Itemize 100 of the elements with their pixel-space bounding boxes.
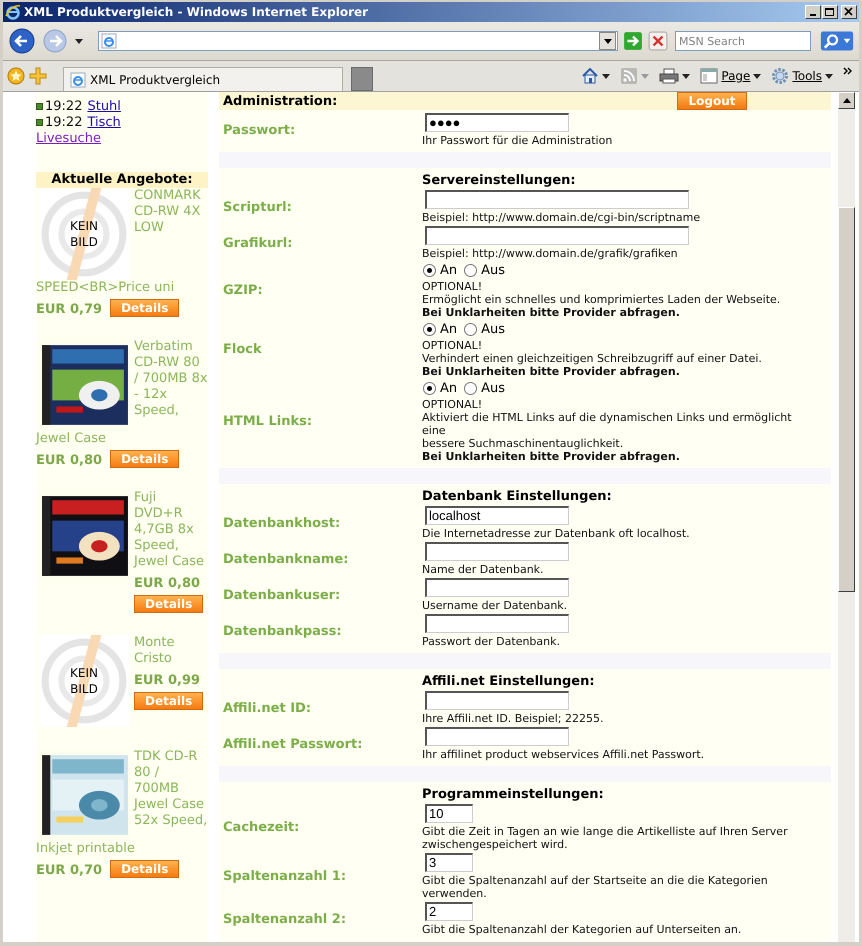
page-icon [700,67,718,85]
field-label: Datenbankname: [222,552,350,566]
caret-icon [682,74,690,78]
input-field[interactable]: localhost [425,506,569,525]
input-field[interactable]: 3 [425,853,473,872]
scroll-up-button[interactable] [838,92,855,109]
warning-text: Bei Unklarheiten bitte Provider abfragen. [422,365,681,378]
address-field[interactable] [98,31,618,51]
input-field[interactable] [425,226,689,245]
section-title: Administration: [223,94,338,108]
product-title[interactable]: Verbatim CD-RW 80 / 700MB 8x - 12x Speed, [134,339,208,419]
radio-button[interactable] [423,264,436,276]
back-button[interactable] [7,26,37,56]
tools-menu[interactable]: Tools [771,67,833,85]
input-field[interactable] [425,190,689,209]
logout-button[interactable]: Logout [677,92,747,110]
chevron-icon[interactable] [843,67,853,75]
bullet-icon [36,102,43,110]
field-label: Affili.net Passwort: [222,736,364,752]
caret-icon[interactable] [75,38,83,44]
print-button[interactable] [659,67,690,85]
product-title[interactable]: Fuji DVD+R 4,7GB 8x Speed, Jewel Case [134,490,208,570]
product-price: EUR 0,80 [36,453,102,468]
page-icon [70,72,86,88]
radio-button[interactable] [423,322,436,336]
browser-tab[interactable]: XML Produktvergleich [63,67,343,91]
input-field[interactable] [425,727,569,746]
browser-logo-icon [5,4,21,20]
caret-icon [641,74,650,78]
maximize-button[interactable] [822,5,838,19]
radio-button[interactable] [423,382,436,394]
input-field[interactable]: 10 [425,804,473,823]
details-button[interactable]: Details [110,450,180,468]
news-time: 19:22 [45,114,82,130]
close-button[interactable] [841,5,857,19]
product-price: EUR 0,99 [134,673,200,688]
radio-label: Aus [481,322,506,336]
product-title[interactable]: SPEED<BR>Price uni [36,280,208,296]
page-menu[interactable]: Page [700,67,762,85]
help-text: Ihr Passwort für die Administration [422,133,614,147]
printer-icon [659,67,680,85]
details-button[interactable]: Details [134,595,204,613]
input-field[interactable]: 2 [425,902,473,921]
search-button[interactable] [820,31,854,51]
details-button[interactable]: Details [110,860,180,878]
placeholder-text: KEIN BILD [69,218,99,250]
stop-button[interactable] [648,31,668,51]
caret-icon [602,74,610,78]
go-button[interactable] [623,31,643,51]
radio-button[interactable] [464,264,478,276]
search-link[interactable]: Livesuche [36,130,101,146]
input-field[interactable] [425,614,569,633]
help-text: OPTIONAL! [422,397,484,411]
field-label: Affili.net ID: [222,700,312,716]
scroll-thumb[interactable] [838,207,855,592]
warning-text: Bei Unklarheiten bitte Provider abfragen. [422,450,681,463]
radio-button[interactable] [464,322,478,336]
field-label: Datenbankpass: [222,624,343,638]
home-button[interactable] [581,67,610,85]
news-link[interactable]: Tisch [87,114,121,130]
input-field[interactable] [425,542,569,561]
help-text: Ihre Affili.net ID. Beispiel; 22255. [422,711,604,725]
product-title[interactable]: Monte Cristo [134,635,208,667]
gear-icon [771,67,790,85]
help-text: OPTIONAL! [422,338,484,352]
feeds-button[interactable] [620,67,650,85]
product-title[interactable]: Jewel Case [36,431,208,447]
search-icon [820,31,854,51]
section-heading: Datenbank Einstellungen: [422,488,613,505]
radio-label: Aus [481,262,506,278]
minimize-button[interactable] [805,5,821,19]
details-button[interactable]: Details [134,692,204,710]
help-text: zwischengespeichert wird. [422,838,569,851]
product-price: EUR 0,80 [134,576,200,591]
offers-heading: Aktuelle Angebote: [36,172,208,188]
field-label: Spaltenanzahl 1: [222,869,348,884]
field-label: Datenbankhost: [222,516,342,530]
radio-label: Aus [481,380,506,396]
product-title[interactable]: TDK CD-R 80 / 700MB Jewel Case 52x Speed, [134,749,208,829]
x-icon [648,31,668,51]
help-text: Beispiel: http://www.domain.de/grafik/grafiken [422,246,679,260]
news-link[interactable]: Stuhl [87,98,121,114]
input-field[interactable] [425,578,569,597]
search-field[interactable]: MSN Search [675,31,811,51]
product-title[interactable]: Inkjet printable [36,841,208,857]
field-label: Flock [222,342,263,357]
minimize-icon [810,14,816,16]
help-text: Beispiel: http://www.domain.de/cgi-bin/scriptname [422,210,702,224]
input-field[interactable] [425,691,569,710]
product-title[interactable]: CONMARK CD-RW 4X LOW [134,188,208,236]
details-button[interactable]: Details [110,298,180,316]
caret-icon [825,74,833,78]
input-field[interactable]: ●●●● [425,113,569,132]
dropdown-button[interactable] [599,32,616,50]
field-label: Cachezeit: [222,820,300,835]
field-label: HTML Links: [222,414,314,429]
help-text: Die Internetadresse zur Datenbank oft localhost. [422,526,691,540]
radio-button[interactable] [464,382,478,394]
scrollbar[interactable] [838,92,855,942]
news-time: 19:22 [45,98,82,114]
